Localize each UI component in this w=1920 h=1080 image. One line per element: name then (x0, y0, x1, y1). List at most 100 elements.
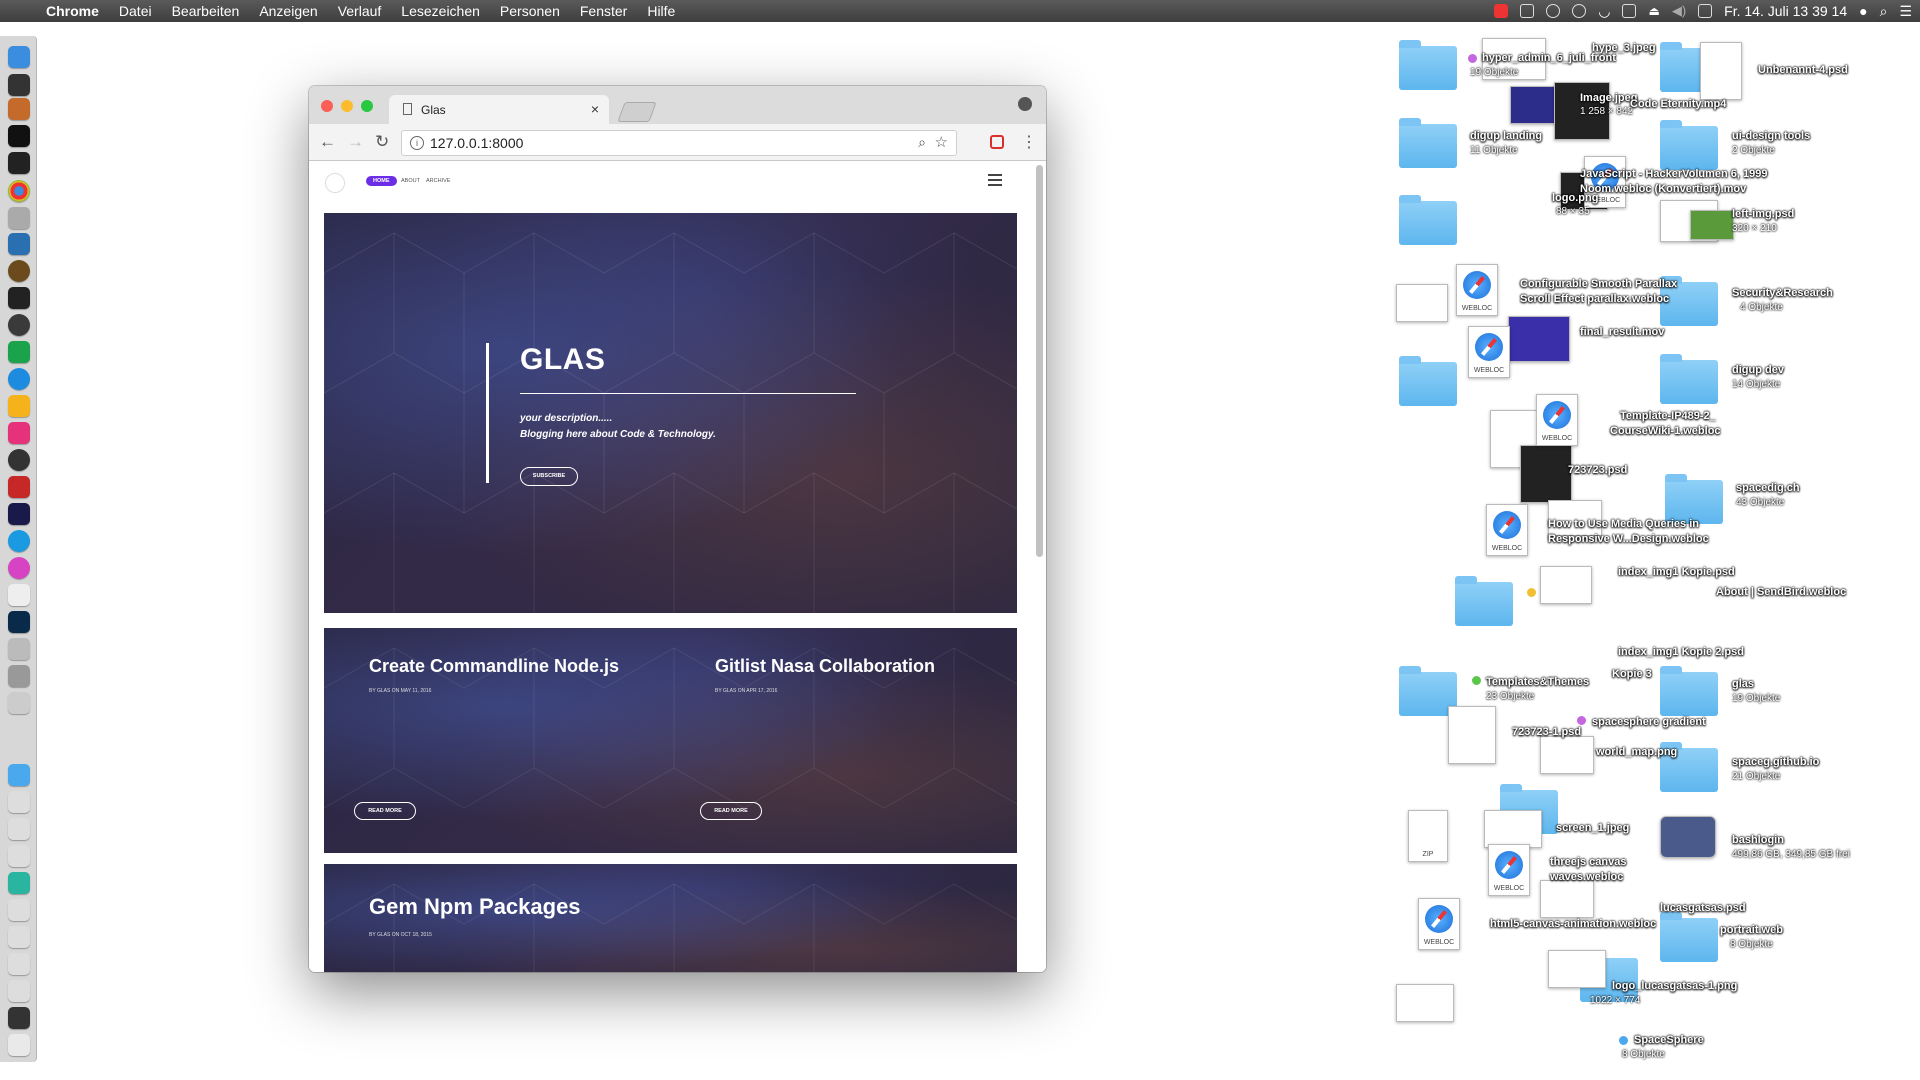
desktop-label[interactable]: index_img1 Kopie 2.psd (1618, 646, 1744, 658)
desktop-folder[interactable] (1660, 666, 1718, 716)
skype-icon[interactable] (8, 530, 30, 552)
desktop-label[interactable]: JavaScript - HackerVolumen 6, 1999 (1580, 168, 1768, 180)
desktop-label[interactable]: SpaceSphere (1634, 1034, 1704, 1046)
desktop-label[interactable]: screen_1.jpeg (1556, 822, 1629, 834)
desktop-label[interactable]: digup dev (1732, 364, 1784, 376)
close-tab-icon[interactable]: × (591, 101, 599, 117)
app-icon[interactable] (8, 314, 30, 336)
file-thumbnail[interactable] (1540, 566, 1592, 604)
desktop-label[interactable]: spacedig.ch (1736, 482, 1800, 494)
itunes-icon[interactable] (8, 557, 30, 579)
desktop-label[interactable]: world_map.png (1596, 746, 1677, 758)
hamburger-menu-icon[interactable] (988, 174, 1002, 189)
read-more-button[interactable]: READ MORE (354, 802, 416, 820)
file-thumbnail[interactable] (1540, 880, 1594, 918)
dock-folder-icon[interactable] (8, 764, 30, 786)
file-thumbnail[interactable] (1690, 210, 1734, 240)
desktop-label[interactable]: Noom.webloc (Konvertiert).mov (1580, 183, 1746, 195)
profile-icon[interactable] (1018, 97, 1032, 111)
desktop-label[interactable]: About | SendBird.webloc (1716, 586, 1846, 598)
app-icon[interactable] (8, 638, 30, 660)
desktop-label[interactable]: final_result.mov (1580, 326, 1664, 338)
wifi-icon[interactable]: ◡ (1598, 3, 1610, 20)
site-info-icon[interactable]: i (410, 136, 424, 150)
terminal-icon[interactable] (8, 125, 30, 147)
desktop-label[interactable]: html5-canvas-animation.webloc (1490, 918, 1656, 930)
address-bar[interactable]: i 127.0.0.1:8000 ⌕ ☆ (401, 130, 957, 156)
menu-fenster[interactable]: Fenster (580, 3, 627, 19)
desktop-label[interactable]: Kopie 3 (1612, 668, 1652, 680)
accessibility-icon[interactable] (1546, 4, 1561, 18)
reload-icon[interactable]: ↻ (375, 132, 389, 152)
nav-about[interactable]: ABOUT (401, 178, 420, 184)
terminal-2-icon[interactable] (8, 152, 30, 174)
desktop-label[interactable]: spacesphere gradient (1592, 716, 1706, 728)
check-icon[interactable] (1572, 4, 1587, 18)
desktop-label[interactable]: lucasgatsas.psd (1660, 902, 1746, 914)
app-icon[interactable] (8, 665, 30, 687)
close-window-button[interactable] (321, 100, 333, 112)
chrome-menu-icon[interactable]: ⋮ (1021, 132, 1037, 152)
page-scrollbar[interactable] (1036, 165, 1043, 557)
desktop-label[interactable]: ui-design tools (1732, 130, 1810, 142)
desktop-folder[interactable] (1399, 118, 1457, 168)
filezilla-icon[interactable] (8, 476, 30, 498)
app-icon[interactable] (8, 584, 30, 606)
post-title[interactable]: Gem Npm Packages (369, 894, 581, 920)
dock-document-icon[interactable] (8, 953, 30, 975)
desktop-label[interactable]: Template-IP489-2_ (1620, 410, 1716, 422)
dock-document-icon[interactable] (8, 845, 30, 867)
post-title[interactable]: Create Commandline Node.js (369, 656, 619, 677)
file-thumbnail[interactable] (1548, 950, 1606, 988)
app-icon[interactable] (8, 207, 30, 229)
zoom-icon[interactable]: ⌕ (918, 134, 926, 151)
tab-glas[interactable]: Glas × (389, 95, 609, 124)
dock-document-icon[interactable] (8, 872, 30, 894)
desktop-label[interactable]: Configurable Smooth Parallax (1520, 278, 1677, 290)
desktop-label[interactable]: waves.webloc (1550, 871, 1623, 883)
desktop-label[interactable]: 723723-1.psd (1512, 726, 1581, 738)
menu-verlauf[interactable]: Verlauf (338, 3, 382, 19)
sketch-icon[interactable] (8, 395, 30, 417)
desktop-folder[interactable] (1399, 40, 1457, 90)
site-logo[interactable] (325, 173, 345, 193)
desktop-label[interactable]: Responsive W...Design.webloc (1548, 533, 1709, 545)
read-more-button[interactable]: READ MORE (700, 802, 762, 820)
desktop-label[interactable]: logo_lucasgatsas-1.png (1612, 980, 1737, 992)
desktop-label[interactable]: Security&Research (1732, 287, 1833, 299)
webloc-file-icon[interactable]: WEBLOC (1488, 844, 1530, 896)
webloc-file-icon[interactable]: WEBLOC (1468, 326, 1510, 378)
desktop-label[interactable]: Scroll Effect parallax.webloc (1520, 293, 1669, 305)
file-thumbnail[interactable] (1484, 810, 1542, 848)
status-frame-icon[interactable] (1520, 4, 1535, 18)
nav-archive[interactable]: ARCHIVE (426, 178, 450, 184)
spotlight-search-icon[interactable]: ⌕ (1880, 3, 1888, 20)
desktop-label[interactable]: Unbenannt-4.psd (1758, 64, 1848, 76)
file-thumbnail[interactable] (1700, 42, 1742, 100)
airplay-icon[interactable] (1622, 4, 1637, 18)
extension-icon[interactable] (990, 135, 1004, 149)
trash-icon[interactable] (8, 1034, 30, 1056)
menu-datei[interactable]: Datei (119, 3, 152, 19)
user-icon[interactable]: ● (1859, 3, 1867, 19)
subscribe-button[interactable]: SUBSCRIBE (520, 467, 578, 486)
desktop-label[interactable]: glas (1732, 678, 1754, 690)
app-icon[interactable] (8, 692, 30, 714)
dock-document-icon[interactable] (8, 791, 30, 813)
notification-center-icon[interactable]: ☰ (1899, 3, 1912, 20)
webloc-file-icon[interactable]: WEBLOC (1536, 394, 1578, 446)
eject-icon[interactable]: ⏏ (1648, 4, 1659, 18)
desktop-label[interactable]: bashlogin (1732, 834, 1784, 846)
menu-lesezeichen[interactable]: Lesezeichen (401, 3, 480, 19)
menu-personen[interactable]: Personen (500, 3, 560, 19)
desktop-label[interactable]: logo.png (1552, 192, 1598, 204)
chrome-icon[interactable] (8, 180, 30, 202)
volume-icon[interactable]: ◀) (1672, 3, 1686, 19)
app-icon[interactable] (8, 287, 30, 309)
dock-document-icon[interactable] (8, 926, 30, 948)
desktop-folder[interactable] (1399, 195, 1457, 245)
webloc-file-icon[interactable]: WEBLOC (1418, 898, 1460, 950)
app-icon[interactable] (8, 341, 30, 363)
desktop-label[interactable]: hyper_admin_6_juli_front (1482, 52, 1616, 64)
dock-window-icon[interactable] (8, 1007, 30, 1029)
